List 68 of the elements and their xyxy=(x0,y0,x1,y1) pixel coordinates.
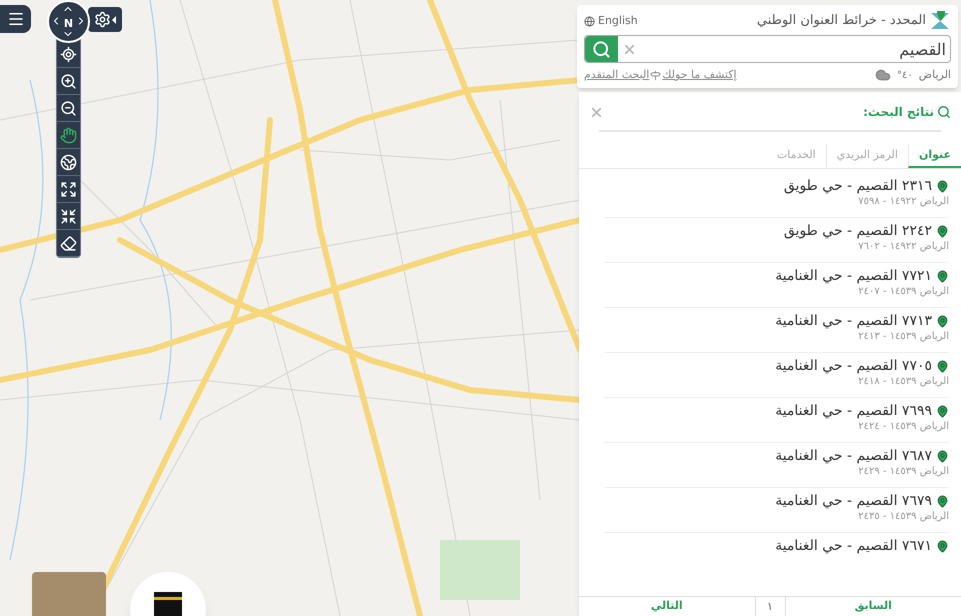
shrink-icon xyxy=(60,208,77,224)
zoom-in-icon xyxy=(60,72,77,90)
result-title: ٧٦٧٩ القصيم - حي الغنامية xyxy=(775,492,932,510)
result-title: ٢٣١٦ القصيم - حي طويق xyxy=(784,177,932,195)
pin-icon xyxy=(936,540,949,552)
pin-icon xyxy=(936,404,949,418)
pin-icon xyxy=(936,224,949,238)
temperature-text: ٤٠° xyxy=(897,68,913,83)
pin-icon xyxy=(936,450,949,462)
pin-icon xyxy=(936,494,949,508)
result-subtitle: الرياض ١٤٩٢٢ - ٧٥٩٨ xyxy=(857,195,949,209)
app-title: المحدد - خرائط العنوان الوطني xyxy=(756,12,926,30)
logo-icon xyxy=(929,11,951,31)
result-item[interactable]: ٧٦٧٩ القصيم - حي الغنامية الرياض ١٤٥٣٩ - ٢٤٣٥ xyxy=(604,488,949,533)
pin-icon xyxy=(936,360,949,372)
pin-icon xyxy=(936,314,949,328)
result-title: ٢٢٤٢ القصيم - حي طويق xyxy=(784,222,932,240)
menu-icon xyxy=(6,10,24,28)
search-input[interactable]: القصيم xyxy=(641,36,950,62)
result-title: ٧٦٨٧ القصيم - حي الغنامية xyxy=(775,447,932,465)
locate-icon xyxy=(60,46,77,62)
menu-button[interactable] xyxy=(0,5,31,33)
satellite-thumbnail[interactable] xyxy=(32,572,106,616)
result-subtitle: الرياض ١٤٥٣٩ - ٢٤٢٩ xyxy=(857,465,949,479)
advanced-search-link[interactable]: البحث المتقدم xyxy=(584,67,650,84)
search-field[interactable]: القصيم xyxy=(584,35,951,63)
language-button[interactable]: English xyxy=(584,12,638,30)
result-item[interactable]: ٧٧١٣ القصيم - حي الغنامية الرياض ١٤٥٣٩ - ٢٤١٣ xyxy=(604,308,949,353)
compass-north-label: N xyxy=(64,18,74,28)
result-item[interactable]: ٧٦٨٧ القصيم - حي الغنامية الرياض ١٤٥٣٩ - ٢٤٢٩ xyxy=(604,443,949,488)
result-item[interactable]: ٢٢٤٢ القصيم - حي طويق الرياض ١٤٩٢٢ - ٧٦٠٢ xyxy=(604,218,949,263)
eraser-icon xyxy=(60,234,77,252)
result-title: ٧٧١٣ القصيم - حي الغنامية xyxy=(775,312,932,330)
gear-icon xyxy=(94,11,111,28)
result-subtitle: الرياض ١٤٩٢٢ - ٧٦٠٢ xyxy=(857,240,949,254)
caret-icon xyxy=(112,16,116,24)
result-item[interactable]: ٧٧٢١ القصيم - حي الغنامية الرياض ١٤٥٣٩ - ٢٤٠٧ xyxy=(604,263,949,308)
result-item[interactable]: ٧٦٩٩ القصيم - حي الغنامية الرياض ١٤٥٣٩ - ٢٤٢٤ xyxy=(604,398,949,443)
result-subtitle: الرياض ١٤٥٣٩ - ٢٤٣٥ xyxy=(857,510,949,524)
result-subtitle: الرياض ١٤٥٣٩ - ٢٤١٣ xyxy=(857,330,949,344)
search-icon xyxy=(937,105,951,119)
weather-city: الرياض xyxy=(918,67,951,83)
search-icon xyxy=(592,40,611,58)
result-item[interactable]: ٧٧٠٥ القصيم - حي الغنامية الرياض ١٤٥٣٩ - ٢٤١٨ xyxy=(604,353,949,398)
search-button[interactable] xyxy=(585,36,618,62)
zoom-out-icon xyxy=(60,100,77,116)
explore-nearby-link[interactable]: إكتشف ما حولك xyxy=(662,67,737,84)
cloud-icon xyxy=(875,67,892,84)
page-number: ١ xyxy=(754,597,784,616)
pin-icon xyxy=(936,270,949,282)
result-title: ٧٦٩٩ القصيم - حي الغنامية xyxy=(775,402,932,420)
expand-icon xyxy=(60,180,77,198)
result-item[interactable]: ٢٣١٦ القصيم - حي طويق الرياض ١٤٩٢٢ - ٧٥٩٨ xyxy=(604,173,949,218)
cube-icon xyxy=(154,592,182,616)
hand-icon xyxy=(60,126,77,144)
signpost-icon xyxy=(650,70,662,81)
pin-icon xyxy=(936,180,949,192)
result-item[interactable]: ٧٦٧١ القصيم - حي الغنامية xyxy=(604,533,949,578)
globe-icon xyxy=(584,16,595,26)
result-subtitle: الرياض ١٤٥٣٩ - ٢٤١٨ xyxy=(857,375,949,389)
result-title: ٧٦٧١ القصيم - حي الغنامية xyxy=(775,537,932,555)
results-title: نتائج البحث: xyxy=(863,104,934,121)
result-subtitle: الرياض ١٤٥٣٩ - ٢٤٢٤ xyxy=(857,420,949,434)
result-subtitle: الرياض ١٤٥٣٩ - ٢٤٠٧ xyxy=(857,285,949,299)
result-title: ٧٧٠٥ القصيم - حي الغنامية xyxy=(775,357,932,375)
result-title: ٧٧٢١ القصيم - حي الغنامية xyxy=(775,267,932,285)
settings-button[interactable] xyxy=(88,7,122,32)
globe-icon xyxy=(60,154,77,170)
